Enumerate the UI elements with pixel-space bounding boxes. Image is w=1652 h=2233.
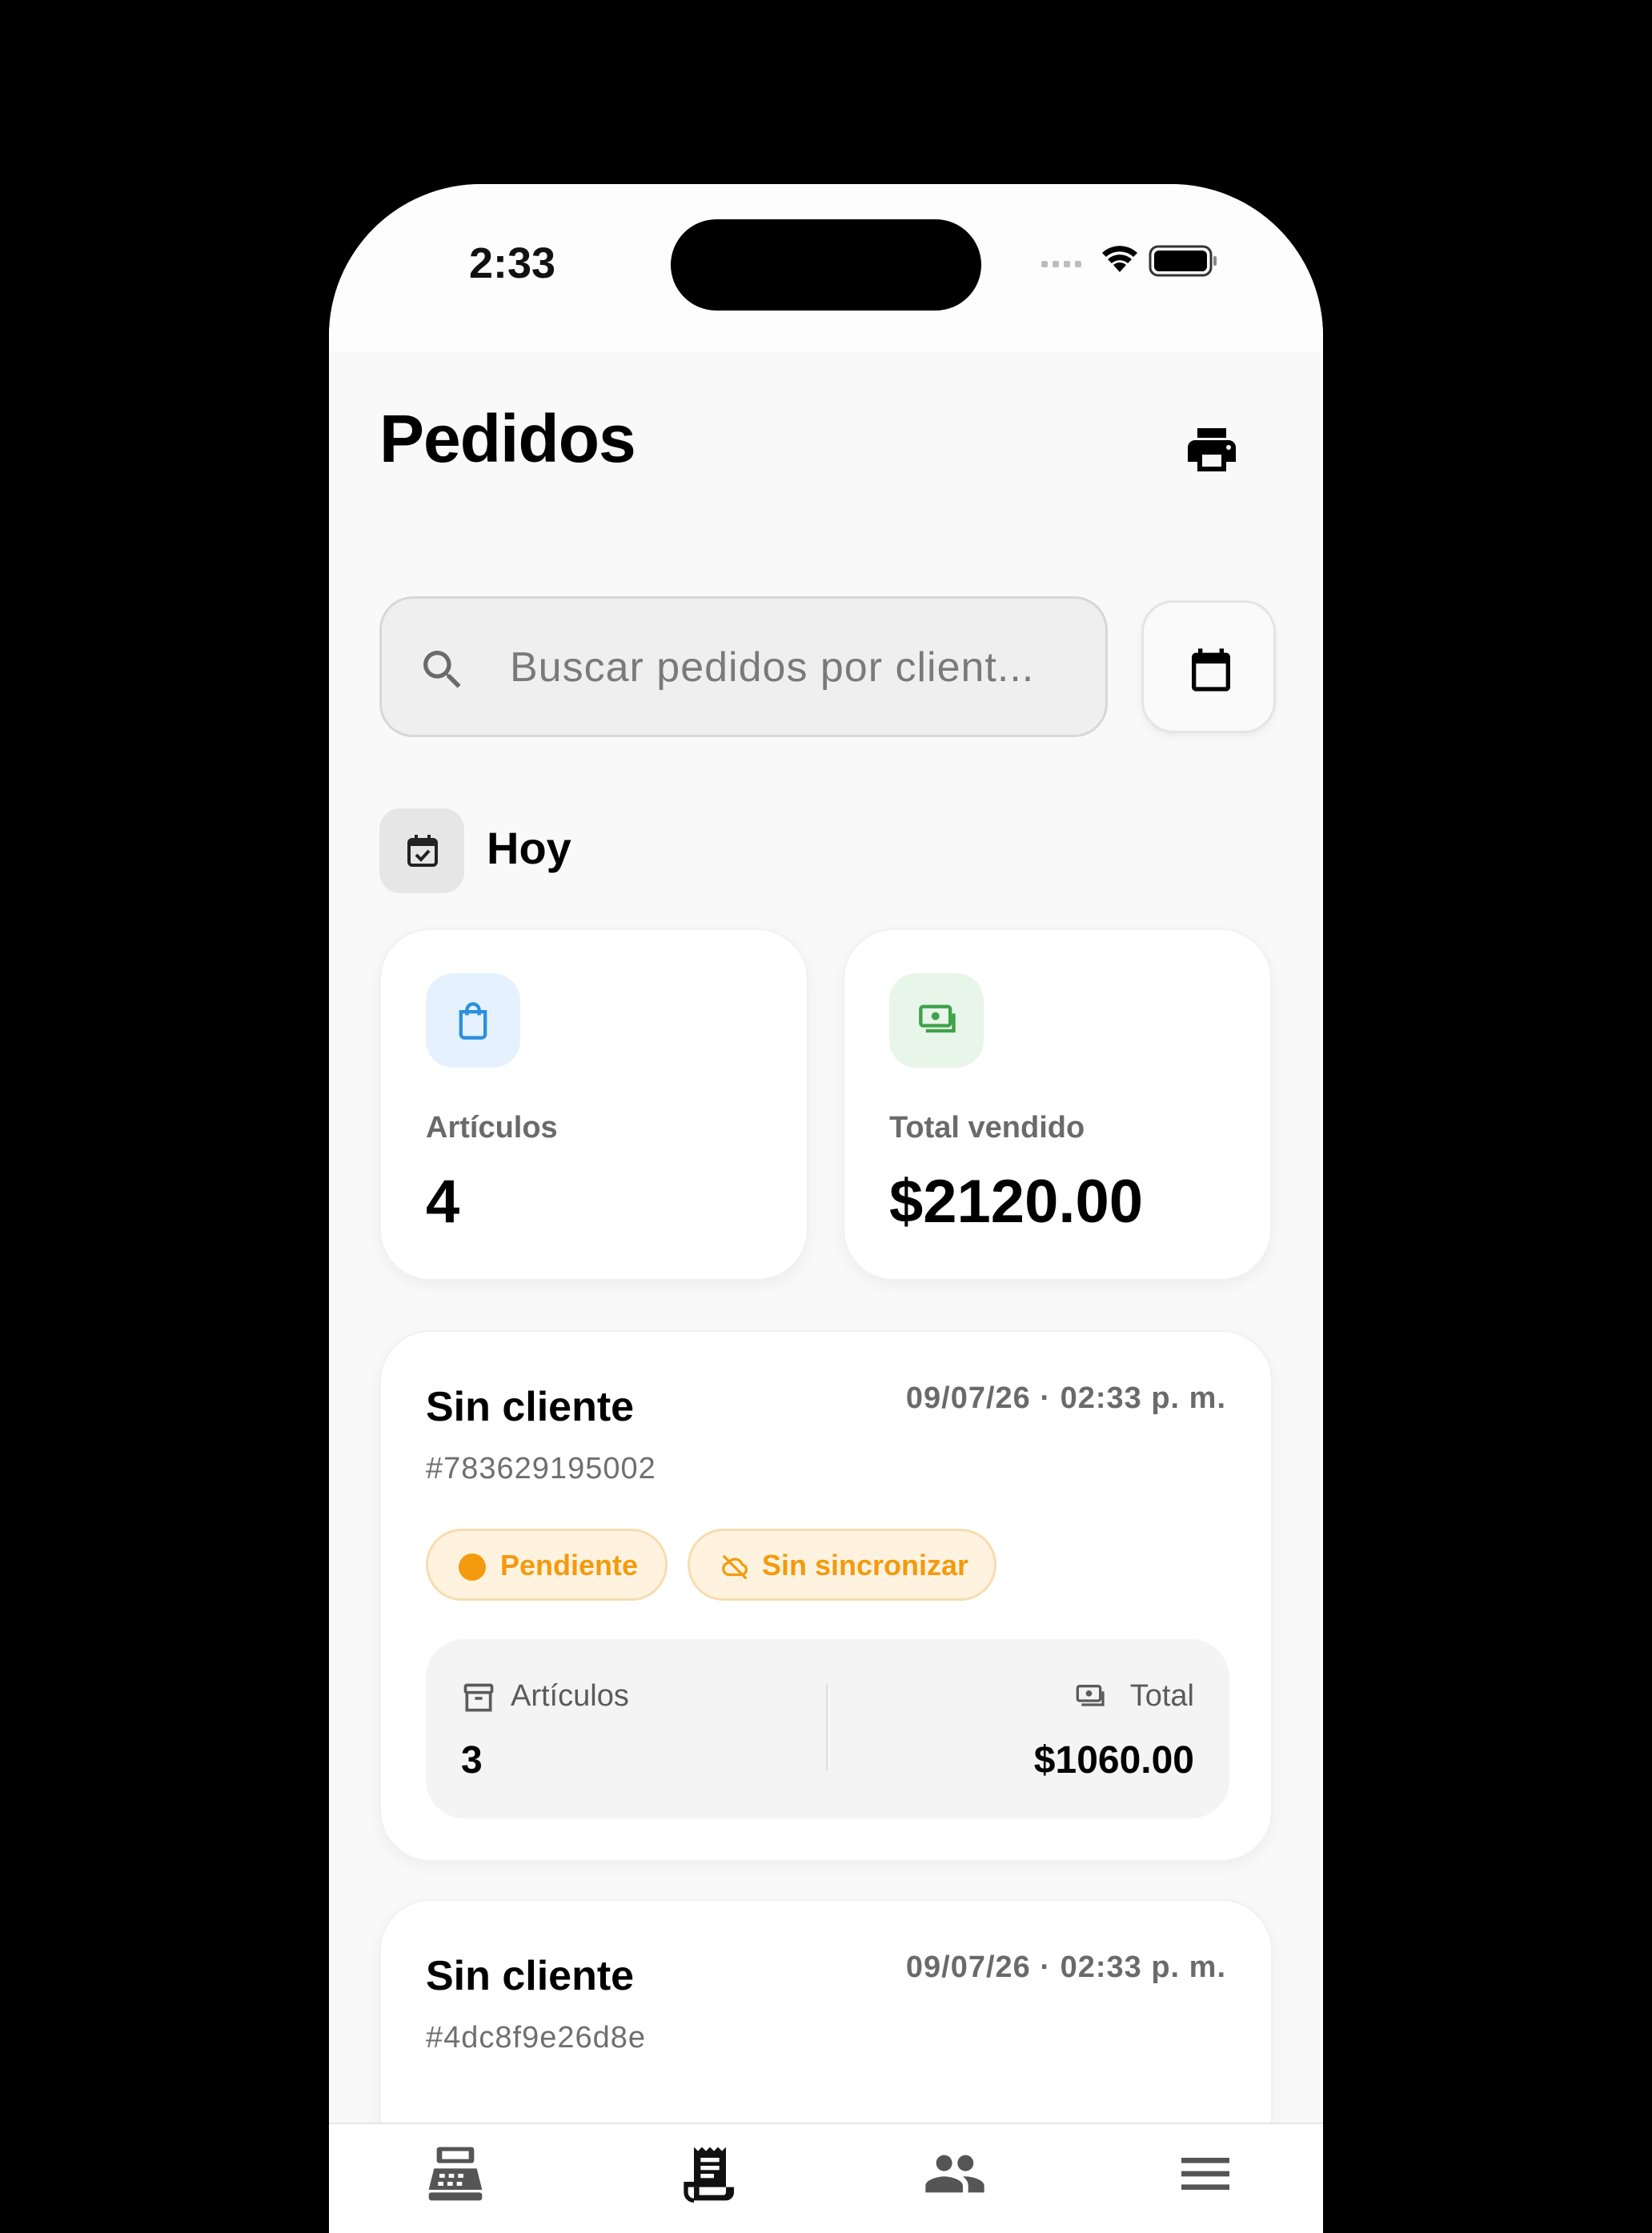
shopping-bag-icon	[459, 1002, 487, 1040]
tab-bar	[329, 2123, 1323, 2233]
summary-divider	[826, 1684, 828, 1770]
dynamic-island	[671, 219, 981, 311]
order-date: 09/07/26 · 02:33 p. m.	[905, 1950, 1226, 1984]
order-summary: Artículos 3 Total $1060.00	[426, 1639, 1229, 1818]
status-time: 2:33	[469, 239, 556, 287]
money-icon	[1076, 1685, 1105, 1706]
stat-value: 4	[426, 1168, 460, 1236]
filter-label: Hoy	[487, 823, 571, 873]
tab-pos[interactable]	[423, 2142, 487, 2206]
stat-icon-bg	[889, 973, 984, 1068]
page-title: Pedidos	[379, 401, 636, 476]
tab-menu[interactable]	[1173, 2142, 1237, 2206]
people-icon	[925, 2155, 984, 2193]
sync-badge: Sin sincronizar	[688, 1529, 996, 1601]
status-icons	[1040, 243, 1240, 283]
header: Pedidos	[379, 400, 1273, 496]
tab-orders[interactable]	[678, 2142, 742, 2206]
cellular-signal-icon	[1041, 261, 1081, 267]
phone-screen: 2:33 Pedidos Buscar pedidos por client..…	[329, 184, 1323, 2233]
status-badge-label: Pendiente	[500, 1549, 639, 1582]
order-id: #783629195002	[426, 1452, 656, 1485]
tab-customers[interactable]	[923, 2142, 987, 2206]
stat-card-total: Total vendido $2120.00	[843, 928, 1272, 1281]
total-label: Total	[1129, 1679, 1194, 1713]
menu-icon	[1181, 2158, 1229, 2190]
date-picker-button[interactable]	[1141, 600, 1276, 733]
stat-label: Total vendido	[889, 1111, 1085, 1145]
stat-value: $2120.00	[889, 1168, 1143, 1236]
calendar-check-chip	[379, 808, 464, 893]
archive-box-icon	[463, 1683, 494, 1712]
order-client: Sin cliente	[426, 1384, 635, 1430]
cloud-off-icon	[722, 1554, 748, 1580]
status-badge-pending: Pendiente	[426, 1529, 668, 1601]
calendar-check-icon	[407, 835, 438, 867]
order-id: #4dc8f9e26d8e	[426, 2021, 647, 2055]
printer-icon	[1188, 428, 1236, 471]
wifi-icon	[1102, 246, 1137, 272]
receipt-icon	[684, 2147, 734, 2203]
search-input[interactable]: Buscar pedidos por client...	[379, 596, 1108, 737]
search-icon	[423, 651, 461, 688]
status-bar: 2:33	[329, 184, 1323, 352]
cash-register-icon	[428, 2147, 483, 2201]
search-placeholder: Buscar pedidos por client...	[510, 644, 1035, 691]
items-value: 3	[461, 1739, 483, 1782]
battery-icon	[1149, 245, 1217, 277]
stat-card-articles: Artículos 4	[379, 928, 808, 1281]
print-button[interactable]	[1183, 421, 1241, 479]
items-label: Artículos	[511, 1679, 629, 1713]
money-icon	[919, 1004, 956, 1033]
stat-label: Artículos	[426, 1111, 558, 1145]
total-value: $1060.00	[1033, 1739, 1194, 1782]
order-card[interactable]: Sin cliente 09/07/26 · 02:33 p. m. #7836…	[379, 1330, 1273, 1862]
stat-icon-bg	[426, 973, 520, 1068]
sync-badge-label: Sin sincronizar	[762, 1549, 969, 1582]
pending-dot-icon	[459, 1553, 486, 1581]
calendar-icon	[1192, 648, 1230, 692]
order-date: 09/07/26 · 02:33 p. m.	[905, 1381, 1226, 1415]
order-client: Sin cliente	[426, 1953, 635, 1999]
